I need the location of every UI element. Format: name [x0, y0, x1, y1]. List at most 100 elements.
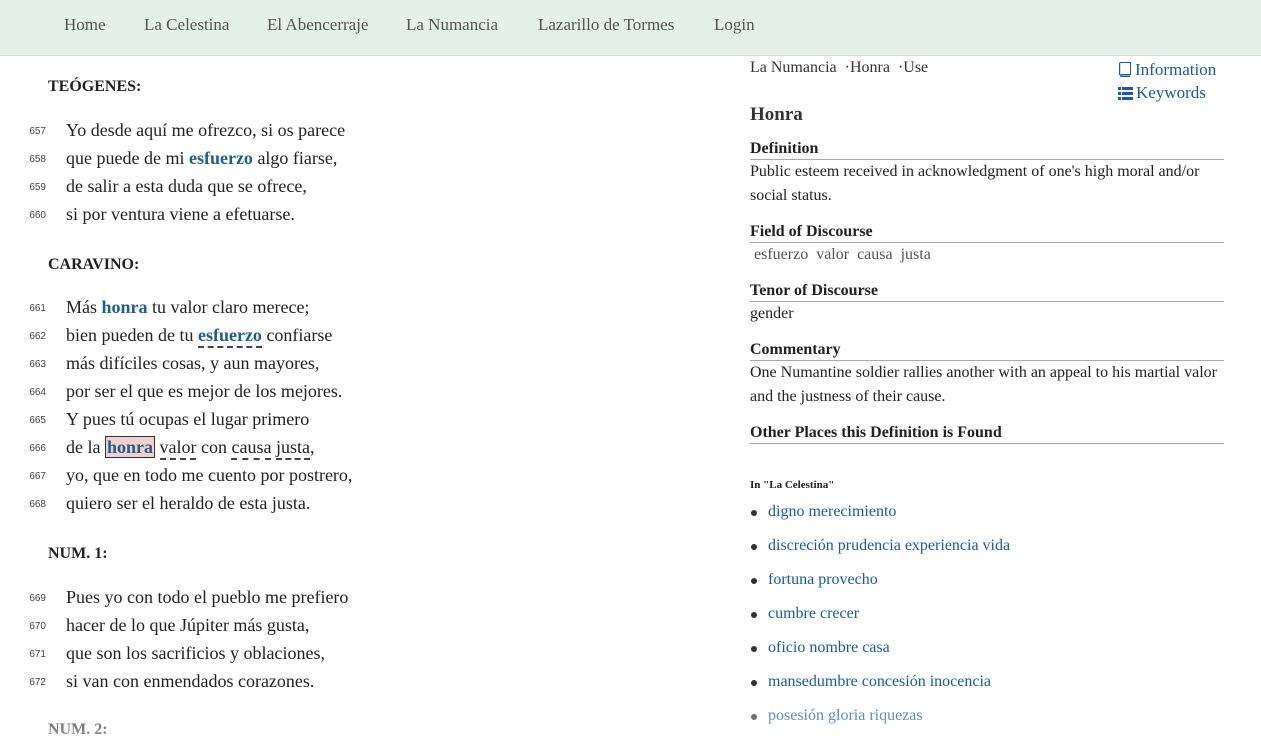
line-number: 667 [29, 471, 46, 482]
verse-text: yo, que en todo me cuento por postrero, [66, 465, 353, 485]
bullet-icon [751, 510, 757, 516]
bullet-icon [751, 646, 757, 652]
list-item[interactable]: posesión gloria riquezas [750, 707, 1010, 741]
breadcrumb-use[interactable]: Use [903, 59, 928, 76]
term-title: Honra [750, 104, 803, 125]
book-icon [1118, 60, 1135, 79]
commentary-text: One Numantine soldier rallies another wi… [750, 364, 1217, 405]
list-item[interactable]: mansedumbre concesión inocencia [750, 673, 1010, 707]
breadcrumb-work[interactable]: La Numancia [750, 59, 837, 76]
verse-line: 661 Más honra tu valor claro merece; [0, 297, 700, 325]
list-item[interactable]: digno merecimiento [750, 503, 1010, 537]
verse-line: 667 yo, que en todo me cuento por postre… [0, 465, 700, 493]
verse-text: Pues yo con todo el pueblo me prefiero [66, 587, 349, 607]
breadcrumb: La Numancia ·Honra ·Use [750, 59, 929, 76]
nav-lazarillo[interactable]: Lazarillo de Tormes [538, 15, 674, 35]
list-item[interactable]: discreción prudencia experiencia vida [750, 537, 1010, 571]
speaker-caravino: CARAVINO: [48, 256, 140, 273]
verse-line: 668 quiero ser el heraldo de esta justa. [0, 493, 700, 521]
breadcrumb-term[interactable]: Honra [850, 59, 890, 76]
field-tag[interactable]: justa [901, 246, 931, 263]
field-tags: esfuerzo valor causa justa [754, 246, 939, 264]
related-word-valor[interactable]: valor [159, 437, 197, 460]
line-number: 665 [29, 415, 46, 426]
line-number: 658 [29, 154, 46, 165]
verse-text: por ser el que es mejor de los mejores. [66, 381, 343, 401]
line-number: 662 [29, 331, 46, 342]
nav-la-celestina[interactable]: La Celestina [144, 15, 229, 35]
verse-line: 659 de salir a esta duda que se ofrece, [0, 176, 700, 204]
line-number: 657 [29, 126, 46, 137]
line-number: 664 [29, 387, 46, 398]
verse-line: 664 por ser el que es mejor de los mejor… [0, 381, 700, 409]
speaker-num-2: NUM. 2: [48, 721, 108, 738]
verse-line: 658 que puede de mi esfuerzo algo fiarse… [0, 148, 700, 176]
list-item[interactable]: fortuna provecho [750, 571, 1010, 605]
nav-el-abencerraje[interactable]: El Abencerraje [267, 15, 368, 35]
verse-text: Más honra tu valor claro merece; [66, 297, 310, 317]
speaker-teogenes: TEÓGENES: [48, 78, 142, 95]
other-places-heading: Other Places this Definition is Found [750, 424, 1224, 444]
verse-line: 672 si van con enmendados corazones. [0, 671, 700, 699]
line-number: 659 [29, 182, 46, 193]
verse-text: más difíciles cosas, y aun mayores, [66, 353, 320, 373]
list-item[interactable]: cumbre crecer [750, 605, 1010, 639]
keyword-link[interactable]: esfuerzo [197, 325, 262, 348]
keywords-link[interactable]: Keywords [1118, 81, 1216, 104]
verse-text: de salir a esta duda que se ofrece, [66, 176, 307, 196]
bullet-icon [751, 714, 757, 720]
verse-line: 662 bien pueden de tu esfuerzo confiarse [0, 325, 700, 353]
verse-text: Yo desde aquí me ofrezco, si os parece [66, 120, 346, 140]
line-number: 672 [29, 677, 46, 688]
verse-line: 669 Pues yo con todo el pueblo me prefie… [0, 587, 700, 615]
nav-home[interactable]: Home [64, 15, 106, 35]
bullet-icon [751, 544, 757, 550]
source-label: In "La Celestina" [750, 479, 835, 491]
verse-text: bien pueden de tu esfuerzo confiarse [66, 325, 332, 348]
other-places-list: digno merecimiento discreción prudencia … [750, 503, 1010, 741]
verse-text: quiero ser el heraldo de esta justa. [66, 493, 311, 513]
related-word-causa[interactable]: causa [231, 437, 272, 460]
line-number: 669 [29, 593, 46, 604]
verse-line: 663 más difíciles cosas, y aun mayores, [0, 353, 700, 381]
verse-line: 670 hacer de lo que Júpiter más gusta, [0, 615, 700, 643]
verse-text: que son los sacrificios y oblaciones, [66, 643, 325, 663]
verse-line: 665 Y pues tú ocupas el lugar primero [0, 409, 700, 437]
verse-text: si por ventura viene a efetuarse. [66, 204, 295, 224]
list-icon [1118, 83, 1136, 102]
line-number: 660 [29, 210, 46, 221]
tenor-text: gender [750, 305, 794, 322]
verse-line: 657 Yo desde aquí me ofrezco, si os pare… [0, 120, 700, 148]
field-tag[interactable]: causa [857, 246, 893, 263]
verse-line: 671 que son los sacrificios y oblaciones… [0, 643, 700, 671]
information-link[interactable]: Information [1118, 58, 1216, 81]
selected-keyword-honra[interactable]: honra [104, 436, 155, 458]
verse-text: hacer de lo que Júpiter más gusta, [66, 615, 310, 635]
bullet-icon [751, 578, 757, 584]
field-tag[interactable]: esfuerzo [754, 246, 808, 263]
keyword-link[interactable]: honra [102, 297, 148, 317]
line-number: 671 [29, 649, 46, 660]
tenor-heading: Tenor of Discourse [750, 282, 1224, 302]
verse-text: Y pues tú ocupas el lugar primero [66, 409, 310, 429]
line-number: 663 [29, 359, 46, 370]
list-item[interactable]: oficio nombre casa [750, 639, 1010, 673]
definition-heading: Definition [750, 140, 1224, 160]
verse-text: que puede de mi esfuerzo algo fiarse, [66, 148, 338, 168]
verse-line-selected: 666 de la honra valor con causa justa, [0, 436, 700, 465]
field-tag[interactable]: valor [816, 246, 849, 263]
keyword-link[interactable]: esfuerzo [189, 148, 253, 168]
definition-text: Public esteem received in acknowledgment… [750, 163, 1200, 204]
field-heading: Field of Discourse [750, 223, 1224, 243]
nav-login[interactable]: Login [714, 15, 755, 35]
verse-text: de la honra valor con causa justa, [66, 436, 314, 460]
nav-la-numancia[interactable]: La Numancia [406, 15, 498, 35]
top-navbar: Home La Celestina El Abencerraje La Numa… [0, 0, 1261, 56]
related-word-justa[interactable]: justa [275, 437, 310, 460]
verse-line: 660 si por ventura viene a efetuarse. [0, 204, 700, 232]
speaker-num-1: NUM. 1: [48, 545, 108, 562]
bullet-icon [751, 680, 757, 686]
line-number: 670 [29, 621, 46, 632]
text-pane: TEÓGENES: 657 Yo desde aquí me ofrezco, … [0, 56, 720, 749]
line-number: 661 [29, 303, 46, 314]
